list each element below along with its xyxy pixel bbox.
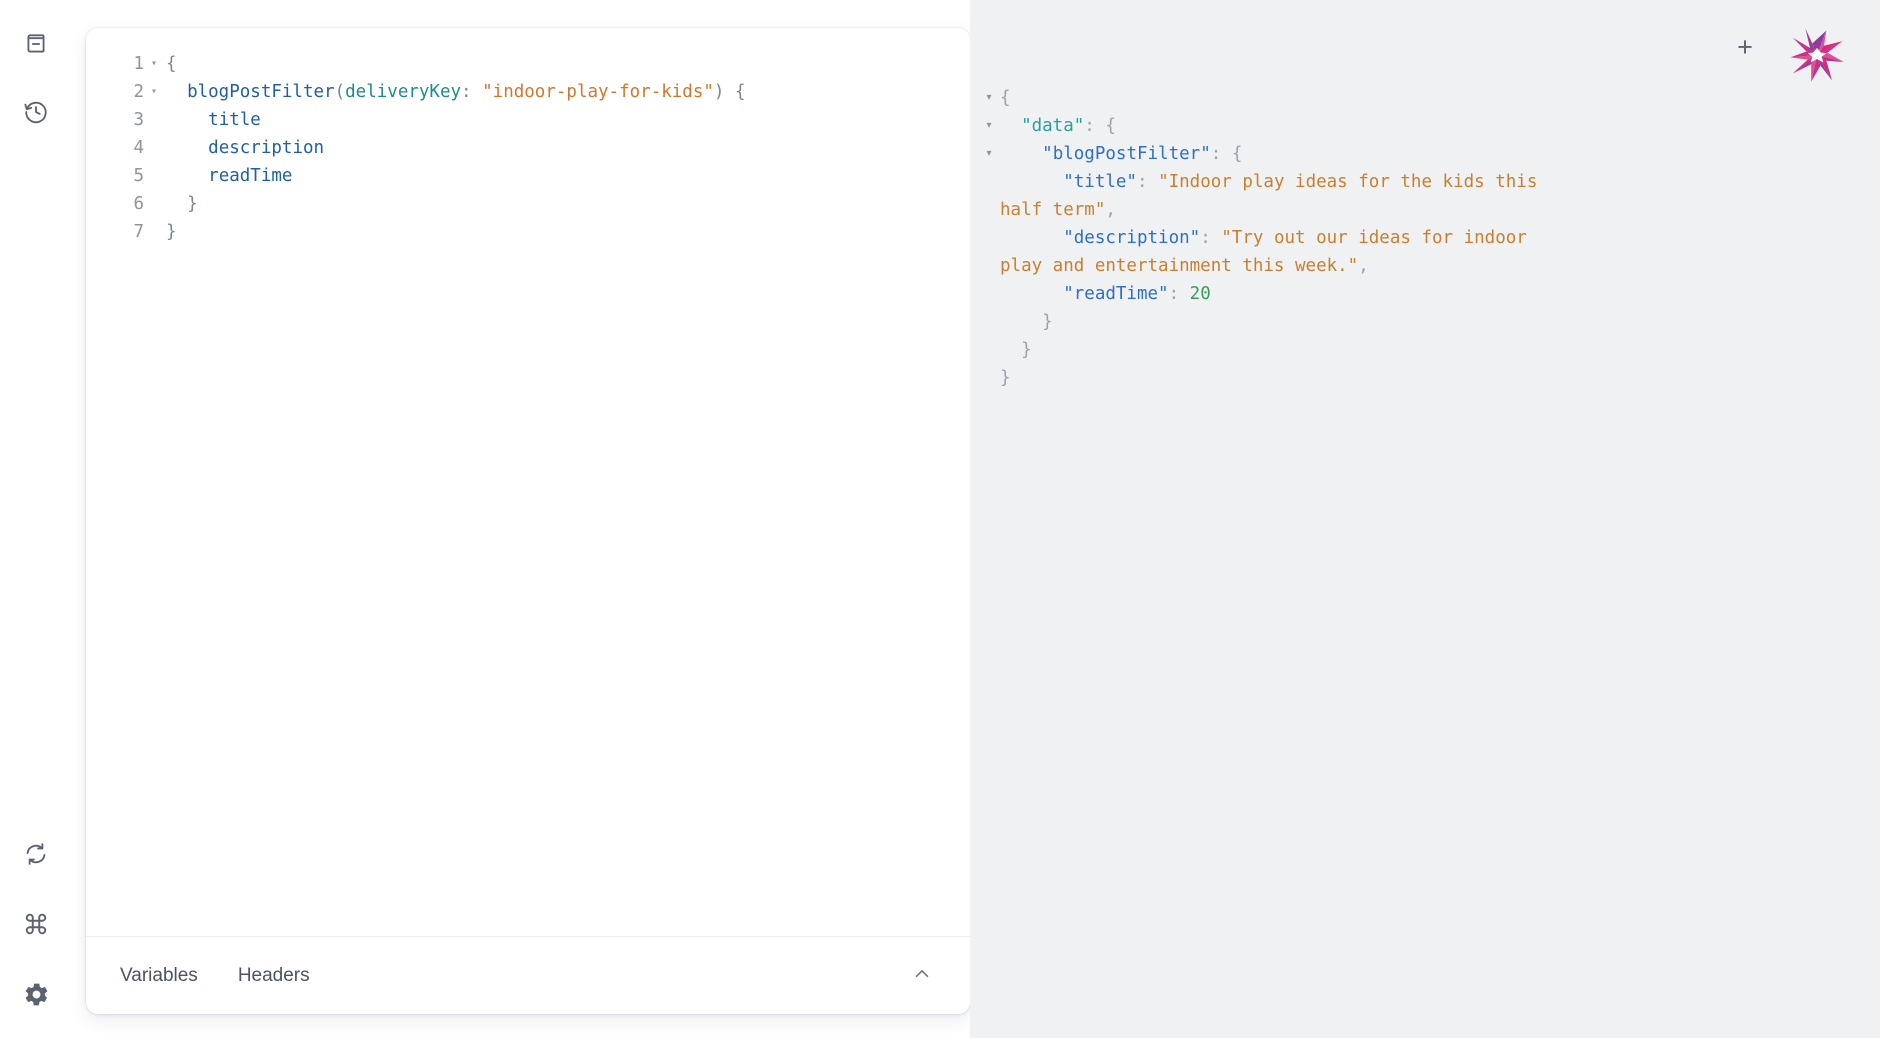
- response-line-text: "readTime": 20: [1063, 284, 1211, 304]
- line-number: 4: [133, 138, 144, 158]
- line-number: 7: [133, 222, 144, 242]
- graphiql-app: 1 ▾{2 ▾ blogPostFilter(deliveryKey: "indoo…: [0, 0, 1880, 1038]
- editor-bottom-bar: Variables Headers: [86, 936, 970, 1014]
- sidebar-bottom-group: [14, 832, 58, 1016]
- response-line-text: "description": "Try out our ideas for in…: [1000, 228, 1538, 276]
- response-line-text: }: [1000, 340, 1032, 360]
- response-line: }: [978, 364, 1880, 392]
- sidebar-item-keyboard-shortcuts[interactable]: [14, 902, 58, 946]
- response-line-text: "data": {: [1021, 116, 1116, 136]
- shortcuts-icon: [23, 911, 49, 937]
- sidebar-top-group: [14, 22, 58, 134]
- main-content: 1 ▾{2 ▾ blogPostFilter(deliveryKey: "indoo…: [72, 0, 1880, 1038]
- response-code: ▾{▾ "data": {▾ "blogPostFilter": { "titl…: [978, 84, 1880, 392]
- query-line: 1 ▾{: [86, 50, 970, 78]
- response-line: }: [978, 336, 1880, 364]
- query-session: 1 ▾{2 ▾ blogPostFilter(deliveryKey: "indoo…: [72, 0, 970, 1038]
- query-line: 7}: [86, 218, 970, 246]
- history-icon: [23, 99, 49, 125]
- response-line: ▾ "data": {: [978, 112, 1880, 140]
- query-code: 1 ▾{2 ▾ blogPostFilter(deliveryKey: "indoo…: [86, 50, 970, 246]
- add-tab-button[interactable]: +: [1728, 30, 1762, 64]
- response-line: ▾ "blogPostFilter": {: [978, 140, 1880, 168]
- query-line-text: }: [166, 194, 198, 214]
- sidebar-item-refetch-schema[interactable]: [14, 832, 58, 876]
- response-line-text: "title": "Indoor play ideas for the kids…: [1000, 172, 1548, 220]
- headers-tab[interactable]: Headers: [236, 961, 312, 991]
- docs-icon: [23, 31, 49, 57]
- query-line: 6 }: [86, 190, 970, 218]
- collapse-secondary-editor-button[interactable]: [904, 958, 940, 994]
- query-line: 4 description: [86, 134, 970, 162]
- response-line: "title": "Indoor play ideas for the kids…: [978, 168, 1880, 224]
- query-editor-card: 1 ▾{2 ▾ blogPostFilter(deliveryKey: "indoo…: [86, 28, 970, 1014]
- fold-triangle-icon[interactable]: ▾: [146, 50, 162, 78]
- query-line: 3 title: [86, 106, 970, 134]
- line-number: 2: [133, 82, 144, 102]
- sidebar-item-settings[interactable]: [14, 972, 58, 1016]
- query-line-text: readTime: [208, 166, 293, 186]
- response-line: ▾{: [978, 84, 1880, 112]
- settings-gear-icon: [23, 981, 50, 1008]
- response-pane: + ▾ {▾ "data": {▾ "blogPostFilter": {…: [970, 0, 1880, 1038]
- sidebar: [0, 0, 72, 1038]
- query-line-text: description: [208, 138, 325, 158]
- graphql-starburst-logo[interactable]: [1788, 26, 1846, 84]
- query-line-text: {: [166, 54, 177, 74]
- sidebar-item-docs[interactable]: [14, 22, 58, 66]
- fold-triangle-icon[interactable]: ▾: [978, 112, 1000, 140]
- response-viewer[interactable]: ▾{▾ "data": {▾ "blogPostFilter": { "titl…: [970, 84, 1880, 1038]
- sidebar-item-history[interactable]: [14, 90, 58, 134]
- line-number: 6: [133, 194, 144, 214]
- response-line-text: }: [1000, 368, 1011, 388]
- query-line: 2 ▾ blogPostFilter(deliveryKey: "indoor-p…: [86, 78, 970, 106]
- response-line-text: "blogPostFilter": {: [1042, 144, 1243, 164]
- query-line-text: title: [208, 110, 261, 130]
- fold-triangle-icon[interactable]: ▾: [978, 84, 1000, 112]
- chevron-up-icon: [911, 963, 933, 988]
- query-line: 5 readTime: [86, 162, 970, 190]
- line-number: 1: [133, 54, 144, 74]
- query-editor[interactable]: 1 ▾{2 ▾ blogPostFilter(deliveryKey: "indoo…: [86, 28, 970, 936]
- line-number: 5: [133, 166, 144, 186]
- response-line: }: [978, 308, 1880, 336]
- response-header: +: [970, 0, 1880, 92]
- variables-tab[interactable]: Variables: [118, 961, 200, 991]
- response-line-text: {: [1000, 88, 1011, 108]
- response-line: "readTime": 20: [978, 280, 1880, 308]
- response-line-text: }: [1000, 312, 1053, 332]
- query-line-text: blogPostFilter(deliveryKey: "indoor-play…: [187, 82, 746, 102]
- line-number: 3: [133, 110, 144, 130]
- query-line-text: }: [166, 222, 177, 242]
- fold-triangle-icon[interactable]: ▾: [146, 78, 162, 106]
- refresh-icon: [23, 841, 49, 867]
- fold-triangle-icon[interactable]: ▾: [978, 140, 1000, 168]
- response-line: "description": "Try out our ideas for in…: [978, 224, 1880, 280]
